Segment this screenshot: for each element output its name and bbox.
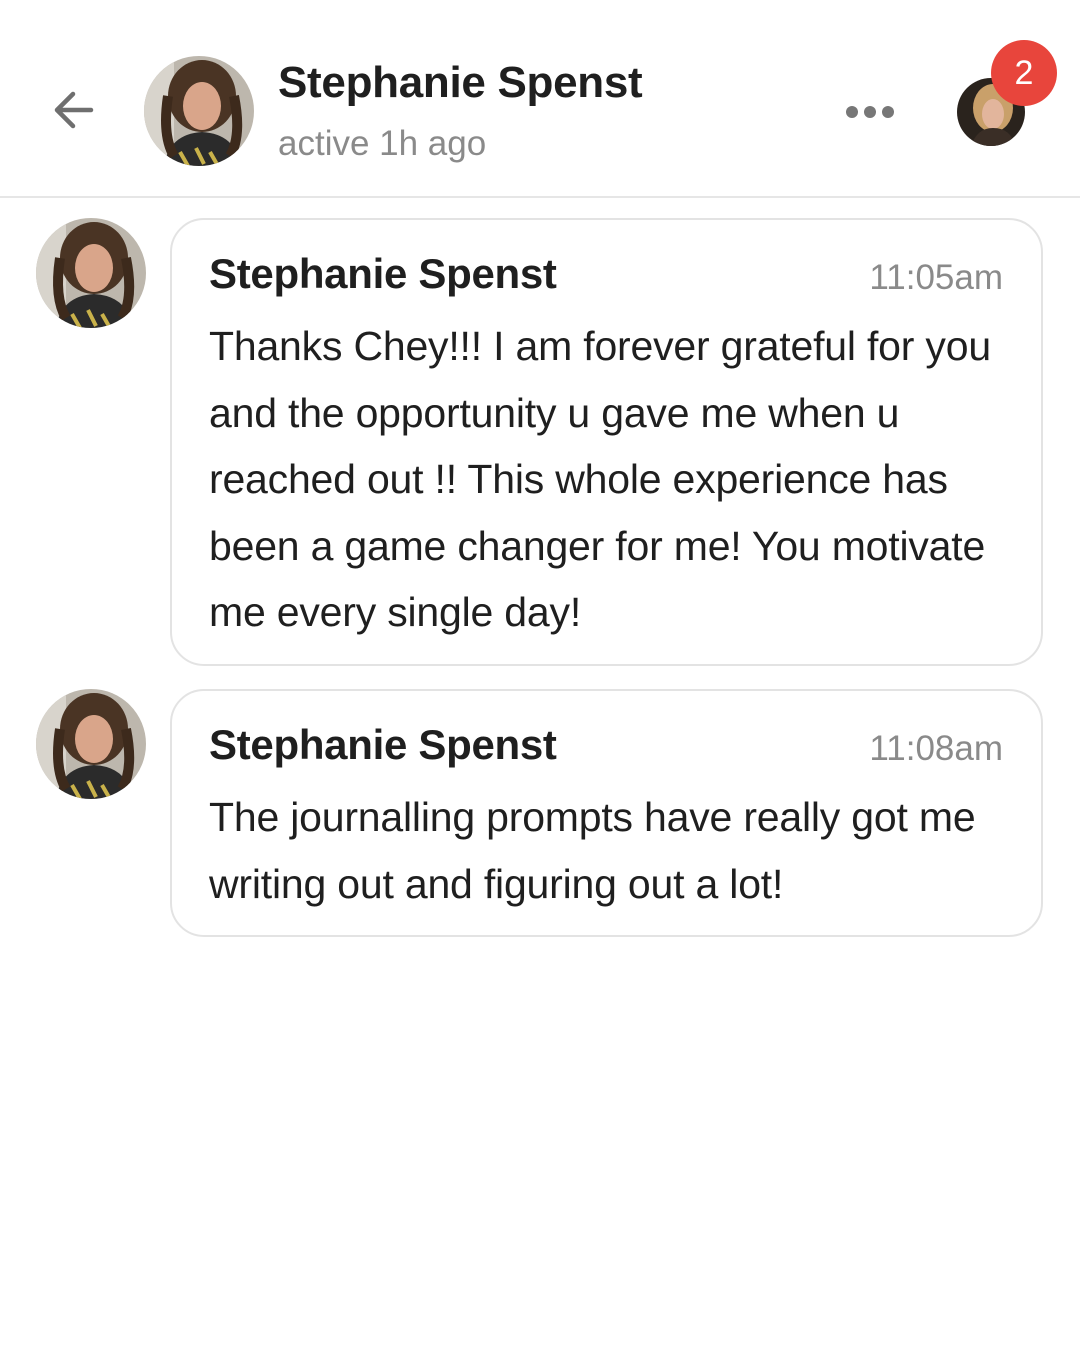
more-options-button[interactable]: [838, 90, 902, 134]
message-text: Thanks Chey!!! I am forever grateful for…: [209, 323, 991, 635]
more-dot: [882, 106, 894, 118]
message-sender-name: Stephanie Spenst: [209, 721, 557, 768]
notification-badge[interactable]: 2: [991, 40, 1057, 106]
message-timestamp: 11:08am: [869, 729, 1003, 768]
message-sender-avatar[interactable]: [36, 218, 146, 328]
message-bubble[interactable]: Stephanie Spenst 11:08am The journalling…: [170, 689, 1043, 937]
message-bubble[interactable]: Stephanie Spenst 11:05am Thanks Chey!!! …: [170, 218, 1043, 666]
avatar-photo: [36, 689, 146, 799]
message-text: The journalling prompts have really got …: [209, 794, 976, 907]
contact-name: Stephanie Spenst: [278, 58, 643, 107]
avatar-photo: [144, 56, 254, 166]
avatar-photo: [36, 218, 146, 328]
conversation-header: Stephanie Spenst active 1h ago 2: [0, 0, 1080, 198]
contact-status: active 1h ago: [278, 124, 487, 163]
message-sender-name: Stephanie Spenst: [209, 250, 557, 297]
more-dot: [864, 106, 876, 118]
message-timestamp: 11:05am: [869, 258, 1003, 297]
conversation-screen: Stephanie Spenst active 1h ago 2 Stephan…: [0, 0, 1080, 1350]
arrow-left-icon: [54, 91, 94, 129]
message-sender-avatar[interactable]: [36, 689, 146, 799]
contact-avatar[interactable]: [144, 56, 254, 166]
back-button[interactable]: [44, 80, 104, 140]
more-horizontal-icon: [846, 106, 858, 118]
